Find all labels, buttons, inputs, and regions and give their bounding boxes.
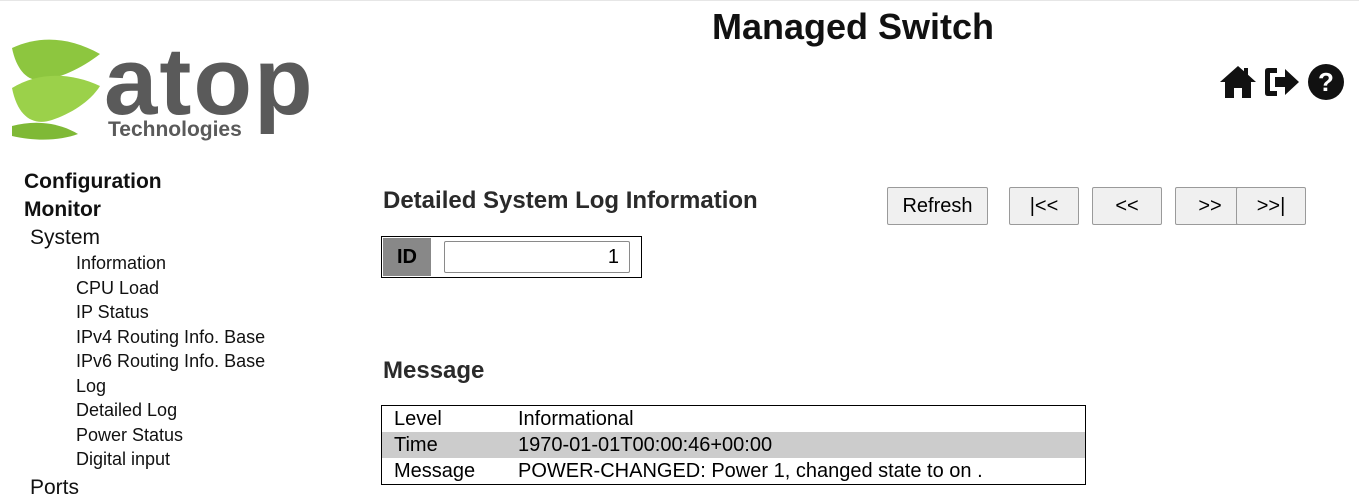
first-page-button[interactable]: |<< bbox=[1009, 187, 1079, 225]
help-icon[interactable]: ? bbox=[1306, 62, 1346, 102]
app-title: Managed Switch bbox=[712, 6, 995, 47]
sidebar-item-ports[interactable]: Ports bbox=[24, 472, 324, 503]
next-page-button[interactable]: >> bbox=[1175, 187, 1245, 225]
logo-tagline: Technologies bbox=[108, 118, 242, 141]
sidebar-item-system[interactable]: System bbox=[24, 224, 324, 251]
table-row: Level Informational bbox=[382, 406, 1086, 433]
id-label: ID bbox=[383, 238, 431, 276]
atop-logo[interactable]: atop Technologies bbox=[8, 28, 338, 146]
sidebar-item-digital-input[interactable]: Digital input bbox=[24, 447, 324, 472]
message-table: Level Informational Time 1970-01-01T00:0… bbox=[381, 405, 1086, 485]
refresh-button[interactable]: Refresh bbox=[887, 187, 988, 225]
sidebar-item-ipv6-rib[interactable]: IPv6 Routing Info. Base bbox=[24, 349, 324, 374]
message-label: Message bbox=[394, 460, 476, 482]
sidebar-item-cpu-load[interactable]: CPU Load bbox=[24, 276, 324, 301]
home-icon[interactable] bbox=[1218, 62, 1258, 102]
sidebar-item-detailed-log[interactable]: Detailed Log bbox=[24, 398, 324, 423]
sidebar-item-information[interactable]: Information bbox=[24, 251, 324, 276]
sidebar-item-ipv4-rib[interactable]: IPv4 Routing Info. Base bbox=[24, 325, 324, 350]
table-row: Message POWER-CHANGED: Power 1, changed … bbox=[382, 458, 1086, 485]
sidebar-item-configuration[interactable]: Configuration bbox=[24, 168, 324, 196]
level-value: Informational bbox=[518, 408, 634, 430]
id-input[interactable] bbox=[444, 241, 630, 273]
top-divider bbox=[0, 0, 1359, 1]
message-value: POWER-CHANGED: Power 1, changed state to… bbox=[518, 460, 983, 482]
last-page-button[interactable]: >>| bbox=[1236, 187, 1306, 225]
id-field-group: ID bbox=[381, 236, 642, 278]
table-row: Time 1970-01-01T00:00:46+00:00 bbox=[381, 432, 1086, 458]
sidebar-item-monitor[interactable]: Monitor bbox=[24, 196, 324, 224]
sidebar-item-ip-status[interactable]: IP Status bbox=[24, 300, 324, 325]
sidebar-nav: Configuration Monitor System Information… bbox=[24, 168, 324, 503]
previous-page-button[interactable]: << bbox=[1092, 187, 1162, 225]
time-label: Time bbox=[381, 432, 506, 458]
level-label: Level bbox=[394, 408, 442, 430]
header-icons: ? bbox=[1218, 62, 1346, 102]
time-value: 1970-01-01T00:00:46+00:00 bbox=[506, 432, 1086, 458]
svg-text:?: ? bbox=[1318, 67, 1334, 97]
sidebar-item-power-status[interactable]: Power Status bbox=[24, 423, 324, 448]
message-heading: Message bbox=[383, 357, 485, 384]
page-title: Detailed System Log Information bbox=[383, 187, 758, 214]
sidebar-item-log[interactable]: Log bbox=[24, 374, 324, 399]
logout-icon[interactable] bbox=[1262, 62, 1302, 102]
